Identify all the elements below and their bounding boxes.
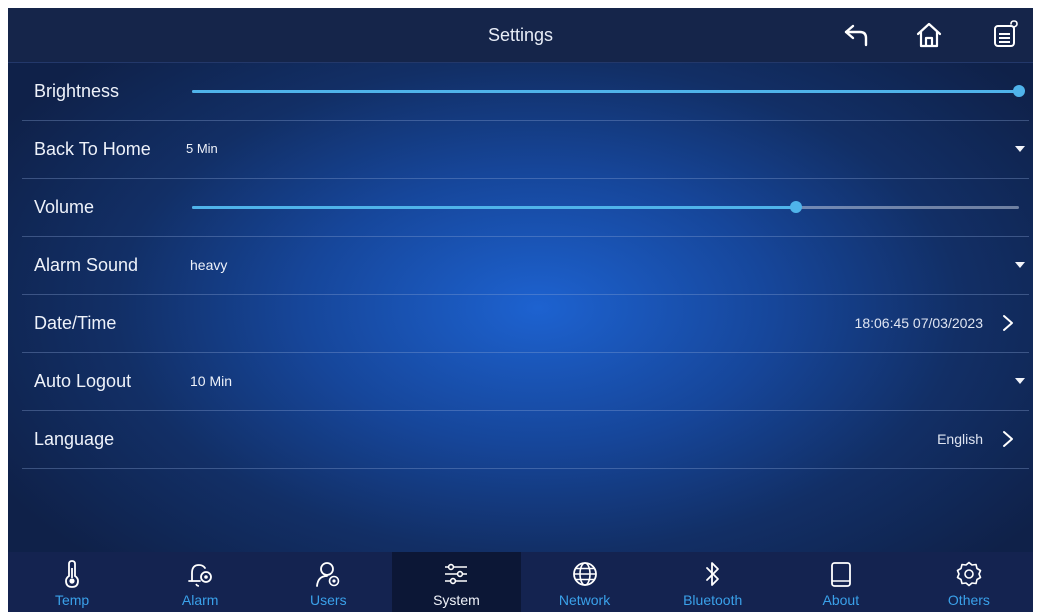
- volume-slider[interactable]: [192, 201, 1019, 213]
- date-time-value: 18:06:45 07/03/2023: [854, 315, 983, 331]
- user-settings-icon: [314, 560, 342, 588]
- volume-slider-thumb[interactable]: [789, 201, 802, 213]
- dropdown-caret-icon[interactable]: [1015, 378, 1025, 384]
- alarm-sound-label: Alarm Sound: [34, 255, 139, 275]
- gear-icon: [955, 560, 983, 588]
- nav-item-users[interactable]: Users: [264, 552, 392, 612]
- date-time-row[interactable]: Date/Time 18:06:45 07/03/2023: [22, 294, 1029, 353]
- nav-item-about[interactable]: About: [777, 552, 905, 612]
- dropdown-caret-icon[interactable]: [1015, 146, 1025, 152]
- bluetooth-icon: [699, 560, 727, 588]
- language-row[interactable]: Language English: [22, 410, 1029, 469]
- bottom-nav-bar: Temp Alarm Users System Network Bluetoot…: [8, 552, 1033, 612]
- back-to-home-label: Back To Home: [34, 139, 151, 159]
- alarm-bell-icon: [186, 560, 214, 588]
- dropdown-caret-icon[interactable]: [1015, 262, 1025, 268]
- nav-label: Bluetooth: [683, 592, 743, 608]
- brightness-slider[interactable]: [192, 85, 1025, 97]
- brightness-slider-thumb[interactable]: [1013, 85, 1025, 97]
- nav-label: Users: [310, 592, 347, 608]
- brightness-row: Brightness: [22, 62, 1029, 121]
- page-title: Settings: [487, 25, 554, 45]
- nav-label: Network: [558, 592, 611, 608]
- date-time-label: Date/Time: [34, 313, 117, 333]
- nav-label: Others: [947, 592, 990, 608]
- language-value: English: [937, 431, 983, 447]
- sliders-icon: [442, 560, 470, 588]
- nav-label: System: [433, 592, 480, 608]
- nav-label: Alarm: [181, 592, 219, 608]
- nav-item-alarm[interactable]: Alarm: [136, 552, 264, 612]
- chevron-right-icon[interactable]: [999, 430, 1017, 448]
- alarm-sound-value: heavy: [190, 257, 228, 273]
- back-to-home-value: 5 Min: [186, 141, 218, 156]
- home-icon[interactable]: [913, 19, 945, 51]
- brightness-label: Brightness: [34, 81, 120, 101]
- auto-logout-row[interactable]: Auto Logout 10 Min: [22, 352, 1029, 411]
- nav-item-temp[interactable]: Temp: [8, 552, 136, 612]
- globe-icon: [571, 560, 599, 588]
- settings-screen: Settings Brightness Back To Home 5 Min V…: [8, 8, 1033, 612]
- nav-item-system[interactable]: System: [392, 552, 521, 612]
- back-arrow-icon[interactable]: [841, 19, 873, 51]
- volume-label: Volume: [34, 197, 95, 217]
- back-to-home-row[interactable]: Back To Home 5 Min: [22, 120, 1029, 179]
- nav-label: Temp: [54, 592, 90, 608]
- nav-item-others[interactable]: Others: [905, 552, 1033, 612]
- thermometer-icon: [58, 560, 86, 588]
- header-bar: Settings: [8, 8, 1033, 63]
- volume-slider-fill: [192, 206, 796, 209]
- auto-logout-value: 10 Min: [190, 373, 233, 389]
- chevron-right-icon[interactable]: [999, 314, 1017, 332]
- auto-logout-label: Auto Logout: [34, 371, 132, 391]
- alarm-sound-row[interactable]: Alarm Sound heavy: [22, 236, 1029, 295]
- nav-item-network[interactable]: Network: [521, 552, 649, 612]
- nav-item-bluetooth[interactable]: Bluetooth: [649, 552, 777, 612]
- language-label: Language: [34, 429, 115, 449]
- brightness-slider-fill: [192, 90, 1019, 93]
- volume-row: Volume: [22, 178, 1029, 237]
- tablet-icon: [827, 560, 855, 588]
- manual-icon[interactable]: [990, 19, 1022, 51]
- nav-label: About: [822, 592, 860, 608]
